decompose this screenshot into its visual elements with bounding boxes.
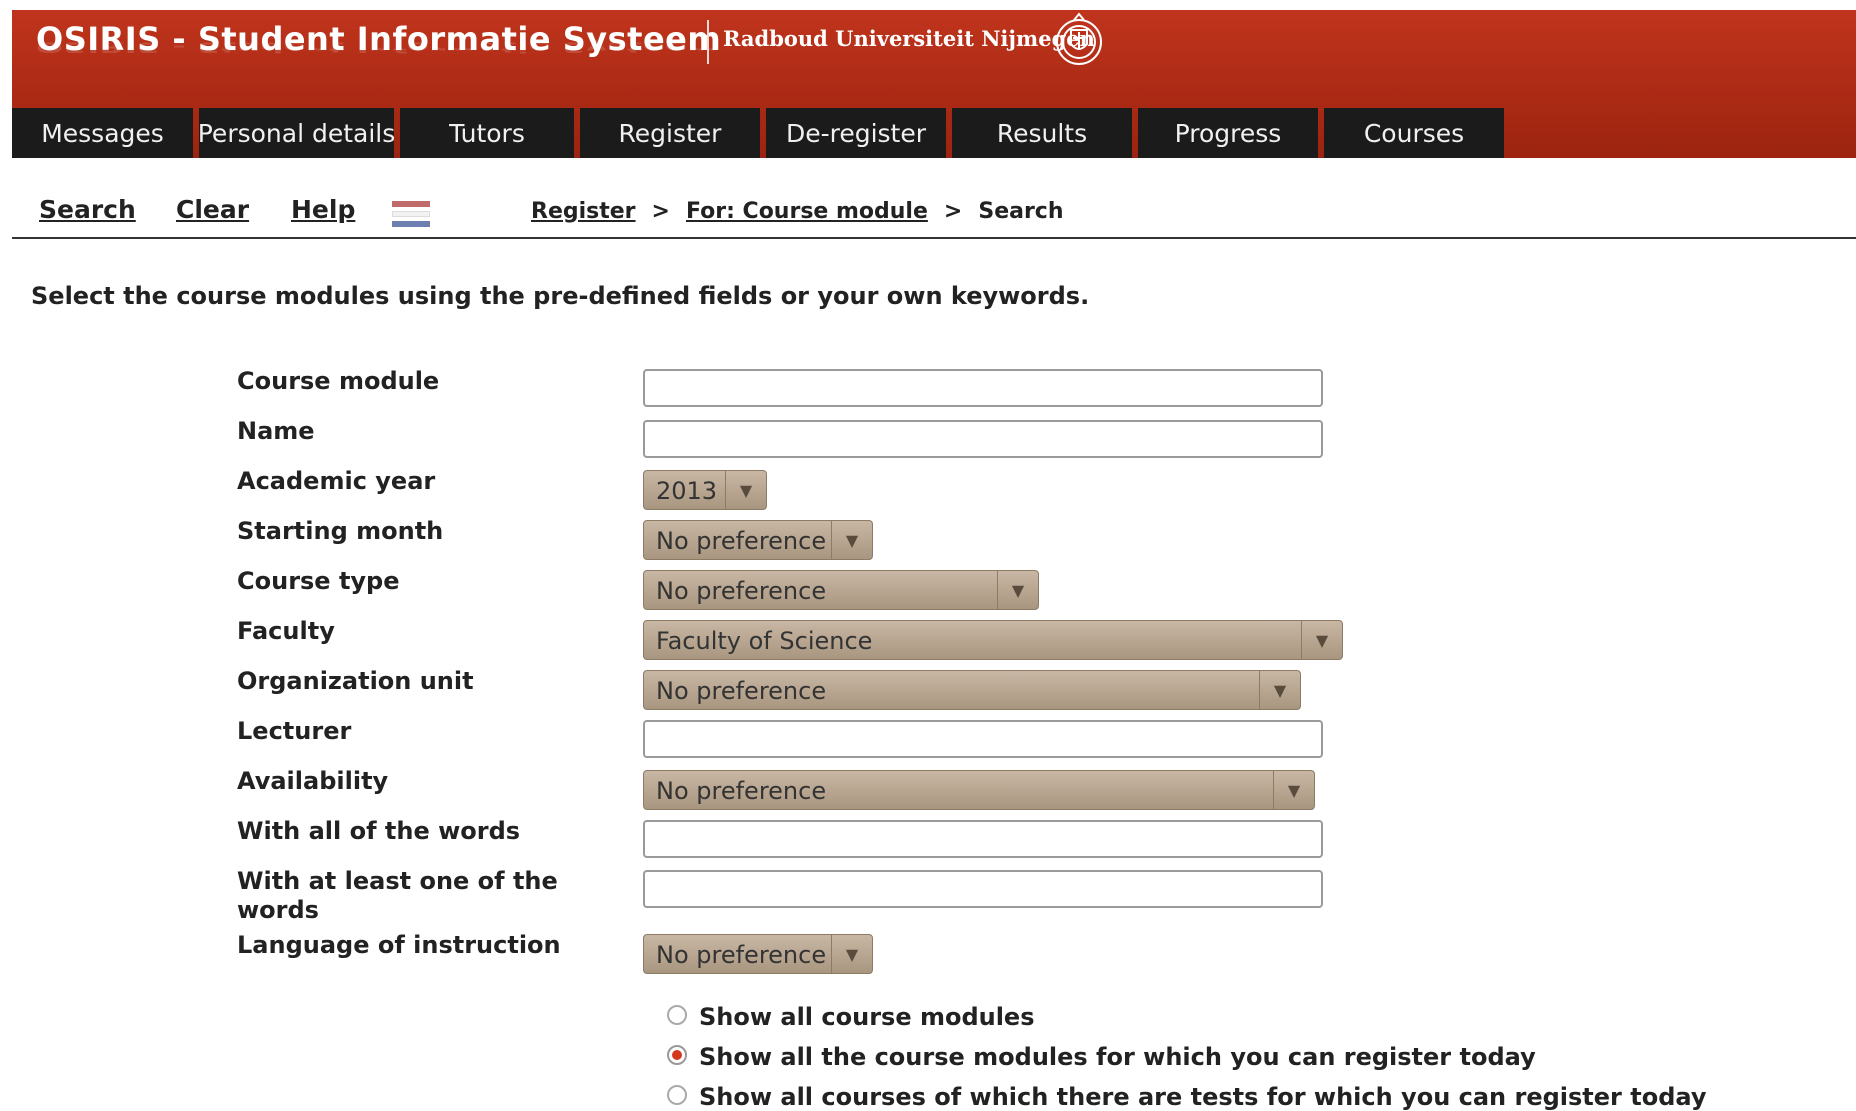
language-value: No preference — [656, 941, 827, 969]
instruction-text: Select the course modules using the pre-… — [31, 282, 1090, 310]
organization-unit-select[interactable]: No preference ▼ — [643, 670, 1301, 710]
dropdown-arrow-icon: ▼ — [725, 471, 766, 509]
tab-courses[interactable]: Courses — [1324, 108, 1504, 158]
faculty-value: Faculty of Science — [656, 627, 873, 655]
starting-month-label: Starting month — [237, 517, 444, 545]
academic-year-select[interactable]: 2013 ▼ — [643, 470, 767, 510]
one-word-label: With at least one of the words — [237, 867, 558, 924]
availability-label: Availability — [237, 767, 389, 795]
faculty-select[interactable]: Faculty of Science ▼ — [643, 620, 1343, 660]
tab-progress[interactable]: Progress — [1138, 108, 1318, 158]
language-select[interactable]: No preference ▼ — [643, 934, 873, 974]
app-title-reflection: OSIRIS - Student Informatie Systeem — [36, 38, 722, 56]
organization-unit-label: Organization unit — [237, 667, 474, 695]
lecturer-label: Lecturer — [237, 717, 352, 745]
tab-messages[interactable]: Messages — [12, 108, 193, 158]
breadcrumb-separator: > — [651, 199, 670, 224]
clear-link[interactable]: Clear — [176, 195, 249, 224]
course-type-value: No preference — [656, 577, 827, 605]
tab-de-register[interactable]: De-register — [766, 108, 946, 158]
radio-tests-today[interactable] — [667, 1085, 687, 1105]
tab-tutors[interactable]: Tutors — [400, 108, 574, 158]
name-input[interactable] — [643, 420, 1323, 458]
option-show-all-label: Show all course modules — [699, 1003, 1035, 1031]
radio-show-all[interactable] — [667, 1005, 687, 1025]
dropdown-arrow-icon: ▼ — [831, 521, 872, 559]
option-register-today-label: Show all the course modules for which yo… — [699, 1043, 1536, 1071]
breadcrumb-separator: > — [943, 199, 963, 224]
starting-month-select[interactable]: No preference ▼ — [643, 520, 873, 560]
academic-year-value: 2013 — [656, 477, 718, 505]
breadcrumb-register[interactable]: Register — [531, 199, 636, 224]
organization-unit-value: No preference — [656, 677, 827, 705]
breadcrumb-course-module[interactable]: For: Course module — [686, 199, 928, 224]
option-tests-today-label: Show all courses of which there are test… — [699, 1083, 1707, 1111]
tab-results[interactable]: Results — [952, 108, 1132, 158]
course-type-select[interactable]: No preference ▼ — [643, 570, 1039, 610]
toolbar-divider — [12, 237, 1856, 239]
main-nav: Messages Personal details Tutors Registe… — [12, 108, 1510, 158]
radboud-seal-icon — [1056, 12, 1102, 65]
availability-select[interactable]: No preference ▼ — [643, 770, 1315, 810]
breadcrumb: Register > For: Course module > Search — [531, 199, 1064, 224]
tab-register[interactable]: Register — [580, 108, 760, 158]
name-label: Name — [237, 417, 315, 445]
header-divider — [707, 20, 709, 64]
dropdown-arrow-icon: ▼ — [997, 571, 1038, 609]
one-word-input[interactable] — [643, 870, 1323, 908]
dutch-flag-icon[interactable] — [392, 201, 430, 227]
tab-personal-details[interactable]: Personal details — [198, 108, 395, 158]
toolbar: Search Clear Help Register > For: Course m… — [0, 195, 1856, 237]
language-label: Language of instruction — [237, 931, 561, 959]
university-name: Radboud Universiteit Nijmegen — [723, 26, 1095, 51]
dropdown-arrow-icon: ▼ — [1273, 771, 1314, 809]
starting-month-value: No preference — [656, 527, 827, 555]
all-words-input[interactable] — [643, 820, 1323, 858]
course-type-label: Course type — [237, 567, 400, 595]
breadcrumb-current: Search — [978, 199, 1064, 224]
app-header: OSIRIS - Student Informatie Systeem OSIR… — [12, 10, 1856, 158]
lecturer-input[interactable] — [643, 720, 1323, 758]
course-module-label: Course module — [237, 367, 440, 395]
academic-year-label: Academic year — [237, 467, 436, 495]
availability-value: No preference — [656, 777, 827, 805]
faculty-label: Faculty — [237, 617, 335, 645]
course-module-input[interactable] — [643, 369, 1323, 407]
all-words-label: With all of the words — [237, 817, 521, 845]
help-link[interactable]: Help — [291, 195, 355, 224]
dropdown-arrow-icon: ▼ — [1301, 621, 1342, 659]
dropdown-arrow-icon: ▼ — [1259, 671, 1300, 709]
dropdown-arrow-icon: ▼ — [831, 935, 872, 973]
radio-register-today[interactable] — [667, 1045, 687, 1065]
search-link[interactable]: Search — [39, 195, 136, 224]
